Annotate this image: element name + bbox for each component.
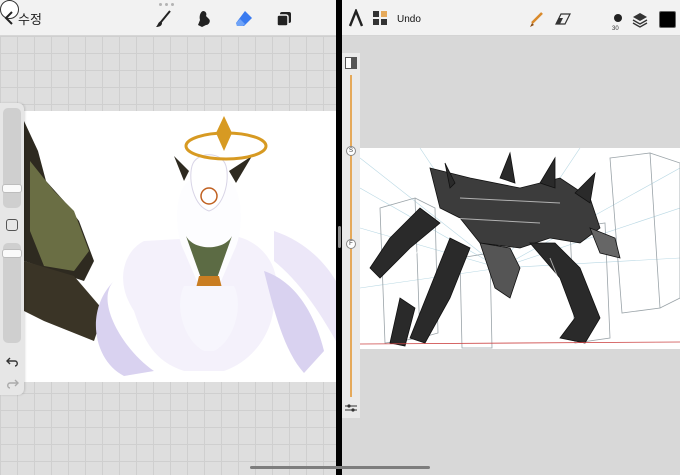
right-side-toolbar: S F <box>342 53 360 418</box>
artwork-angel <box>24 116 336 376</box>
left-canvas[interactable] <box>24 111 336 382</box>
brush-size-dot[interactable] <box>614 14 622 22</box>
size-slider-handle[interactable]: S <box>346 146 356 156</box>
brush-tool-button[interactable] <box>154 9 174 29</box>
redo-icon[interactable] <box>6 377 19 390</box>
flow-slider-handle[interactable]: F <box>346 239 356 249</box>
eraser-icon <box>236 11 252 26</box>
color-swatch[interactable] <box>659 11 676 28</box>
home-indicator[interactable] <box>250 466 430 469</box>
sketchbook-pane: Undo 30 S F <box>342 0 680 475</box>
undo-icon[interactable] <box>6 355 19 368</box>
layout-toggle-icon[interactable] <box>345 57 357 69</box>
layers-tool-button[interactable] <box>274 9 294 29</box>
split-view-handle[interactable] <box>338 226 341 248</box>
opacity-slider[interactable] <box>2 243 22 343</box>
right-canvas[interactable] <box>360 148 680 349</box>
multitask-dots[interactable] <box>159 3 179 7</box>
chevron-left-icon <box>4 11 13 25</box>
adjust-sliders-icon[interactable] <box>345 403 357 413</box>
smudge-tool-button[interactable] <box>194 9 214 29</box>
back-label: 수정 <box>18 11 42 27</box>
left-sidebar <box>0 103 24 395</box>
left-top-toolbar: 수정 <box>0 0 336 36</box>
app-logo-icon[interactable] <box>348 9 364 27</box>
undo-button[interactable]: Undo <box>397 14 421 25</box>
modify-button[interactable] <box>6 219 18 231</box>
artwork-mech-sketch <box>360 148 680 349</box>
eraser-icon[interactable] <box>555 13 571 25</box>
brush-size-slider[interactable] <box>2 108 22 208</box>
right-top-toolbar: Undo 30 <box>342 0 680 36</box>
procreate-pane: 수정 <box>0 0 336 475</box>
layers-icon[interactable] <box>632 12 648 28</box>
brush-size-thumb[interactable] <box>2 184 22 193</box>
smudge-icon <box>198 11 210 27</box>
brush-size-value: 30 <box>612 26 619 32</box>
pencil-icon[interactable] <box>528 12 544 28</box>
layers-icon <box>276 12 291 27</box>
opacity-thumb[interactable] <box>2 249 22 258</box>
eraser-tool-button[interactable] <box>234 9 254 29</box>
brush-property-slider[interactable] <box>350 75 352 397</box>
back-button[interactable]: 수정 <box>4 8 42 28</box>
brush-icon <box>156 10 171 27</box>
gallery-icon[interactable] <box>373 11 387 25</box>
